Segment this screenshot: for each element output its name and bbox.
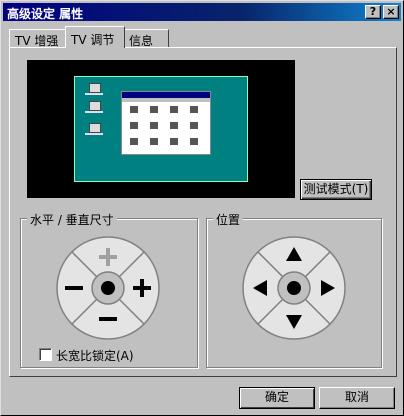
folder-icon: [170, 106, 178, 113]
aspect-lock-checkbox[interactable]: 长宽比锁定(A): [39, 347, 134, 364]
folder-icon: [190, 106, 198, 113]
properties-dialog: 高级设定 属性 ? × TV 增强 TV 调节 信息 测试模式(T) 水平 / …: [0, 0, 404, 416]
folder-icon: [170, 138, 178, 145]
position-group-label: 位置: [213, 211, 244, 228]
size-dpad: [56, 236, 160, 340]
size-group: 水平 / 垂直尺寸 长宽比锁定(A): [20, 211, 198, 368]
tab-info[interactable]: 信息: [123, 29, 169, 48]
ok-button[interactable]: 确定: [239, 387, 315, 409]
test-mode-button[interactable]: 测试模式(T): [300, 179, 372, 200]
folder-icon: [150, 106, 158, 113]
folder-icon: [150, 138, 158, 145]
title-bar[interactable]: 高级设定 属性 ? ×: [3, 3, 401, 21]
tv-preview: [27, 60, 295, 198]
center-dot-icon: [287, 281, 301, 295]
folder-icon: [150, 122, 158, 129]
aspect-lock-label: 长宽比锁定(A): [56, 349, 134, 363]
position-group: 位置: [206, 211, 382, 368]
folder-icon: [130, 122, 138, 129]
decrease-height-button[interactable]: [99, 317, 117, 321]
size-group-label: 水平 / 垂直尺寸: [27, 211, 117, 228]
tab-tv-adjust[interactable]: TV 调节: [65, 26, 125, 48]
desktop-icon: [89, 101, 101, 111]
decrease-width-button[interactable]: [65, 286, 83, 290]
folder-icon: [130, 138, 138, 145]
preview-window-menu: [122, 98, 210, 102]
help-button[interactable]: ?: [365, 5, 381, 19]
desktop-icon-label: [85, 93, 103, 95]
position-dpad: [242, 236, 346, 340]
close-button[interactable]: ×: [383, 5, 399, 19]
tab-panel: 测试模式(T) 水平 / 垂直尺寸 长宽比锁定(A) 位置: [9, 47, 397, 377]
center-dot-icon: [101, 281, 115, 295]
desktop-icon: [89, 83, 101, 93]
desktop-icon-label: [85, 133, 103, 135]
window-title: 高级设定 属性: [7, 7, 84, 21]
folder-icon: [190, 138, 198, 145]
cancel-button[interactable]: 取消: [319, 387, 395, 409]
folder-icon: [190, 122, 198, 129]
folder-icon: [170, 122, 178, 129]
desktop-icon: [89, 123, 101, 133]
tab-tv-enhance[interactable]: TV 增强: [9, 29, 67, 48]
desktop-icon-label: [85, 111, 103, 113]
preview-window: [121, 91, 211, 155]
checkbox-box[interactable]: [39, 348, 52, 361]
preview-desktop: [74, 76, 248, 182]
folder-icon: [130, 106, 138, 113]
